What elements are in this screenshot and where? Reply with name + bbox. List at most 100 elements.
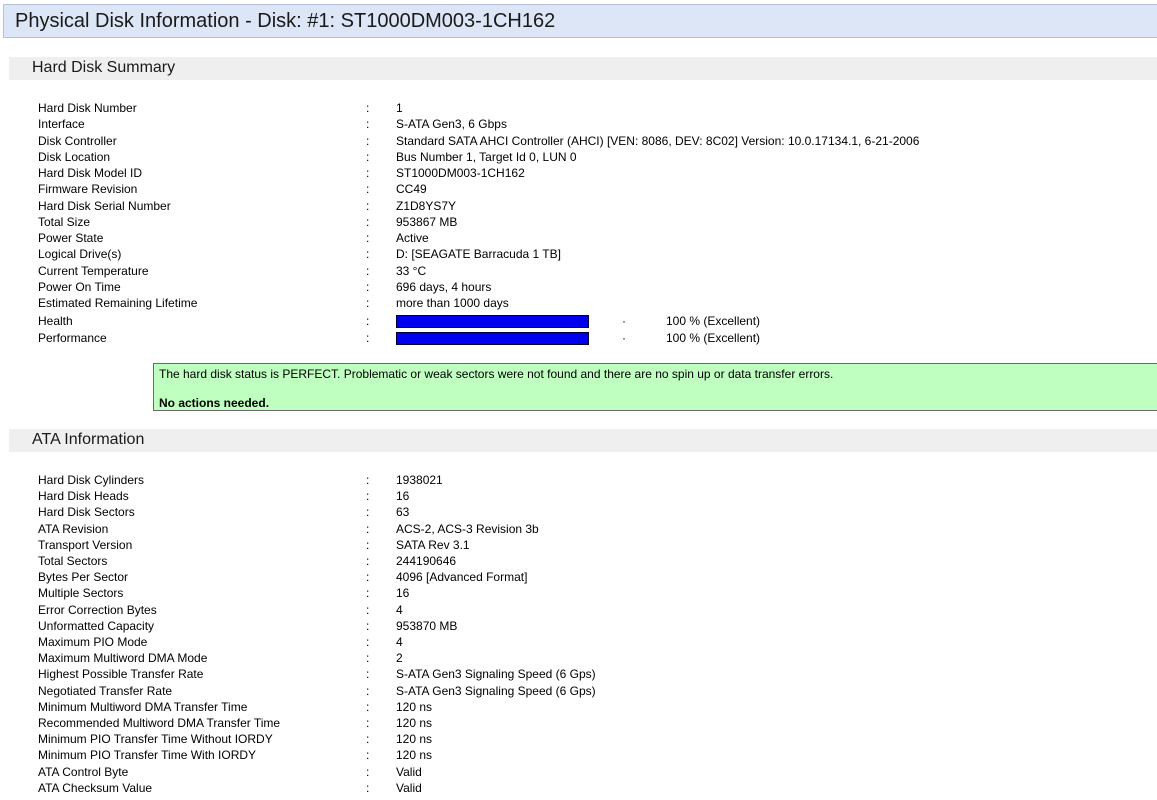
section-title: Hard Disk Summary — [32, 59, 176, 76]
row-label: Power State — [38, 231, 104, 245]
colon-separator: : — [366, 635, 370, 649]
colon-separator: : — [366, 263, 370, 278]
summary-row: Total Size: 953867 MB — [0, 214, 1157, 230]
summary-row: Hard Disk Model ID: ST1000DM003-1CH162 — [0, 165, 1157, 181]
row-value: ACS-2, ACS-3 Revision 3b — [396, 521, 539, 536]
colon-separator: : — [366, 683, 370, 698]
row-label: Hard Disk Sectors — [38, 505, 135, 520]
ata-row: Minimum PIO Transfer Time With IORDY: 120… — [0, 747, 1157, 763]
row-label: Estimated Remaining Lifetime — [38, 296, 198, 310]
summary-row: Disk Controller: Standard SATA AHCI Contr… — [0, 133, 1157, 149]
summary-row: Hard Disk Serial Number: Z1D8YS7Y — [0, 198, 1157, 214]
ata-row: Maximum Multiword DMA Mode: 2 — [0, 650, 1157, 666]
ata-row: Transport Version: SATA Rev 3.1 — [0, 537, 1157, 553]
summary-row: Logical Drive(s): D: [SEAGATE Barracuda 1… — [0, 246, 1157, 262]
row-value: more than 1000 days — [396, 296, 509, 310]
bullet-icon: · — [622, 331, 626, 345]
row-label: Transport Version — [38, 537, 133, 552]
row-value: 953867 MB — [396, 214, 458, 229]
summary-row: Estimated Remaining Lifetime: more than 1… — [0, 295, 1157, 311]
colon-separator: : — [366, 667, 370, 682]
health-row: Health : · 100 % (Excellent) — [0, 313, 1157, 329]
section-header-ata-information: ATA Information — [9, 429, 1157, 452]
status-message-box: The hard disk status is PERFECT. Problem… — [153, 363, 1157, 411]
ata-row: ATA Control Byte: Valid — [0, 764, 1157, 780]
row-value: 63 — [396, 505, 410, 520]
performance-progress-bar — [396, 332, 589, 345]
ata-row: Recommended Multiword DMA Transfer Time:… — [0, 715, 1157, 731]
performance-percent: 100 % (Excellent) — [666, 331, 761, 345]
colon-separator: : — [366, 314, 370, 328]
row-label: Hard Disk Cylinders — [38, 473, 145, 487]
row-label: Hard Disk Heads — [38, 489, 129, 504]
colon-separator: : — [366, 618, 370, 633]
ata-row: Minimum Multiword DMA Transfer Time: 120 … — [0, 699, 1157, 715]
row-label: Bytes Per Sector — [38, 570, 129, 585]
section-title: ATA Information — [32, 431, 145, 448]
ata-row: ATA Revision: ACS-2, ACS-3 Revision 3b — [0, 521, 1157, 537]
performance-label: Performance — [38, 331, 107, 345]
colon-separator: : — [366, 699, 370, 714]
colon-separator: : — [366, 182, 370, 197]
row-value: 4 — [396, 602, 403, 617]
row-label: Recommended Multiword DMA Transfer Time — [38, 716, 281, 730]
row-value: 120 ns — [396, 748, 433, 763]
colon-separator: : — [366, 732, 370, 747]
row-value: 4 — [396, 635, 403, 649]
row-label: Minimum PIO Transfer Time With IORDY — [38, 748, 257, 763]
colon-separator: : — [366, 279, 370, 294]
row-label: Disk Controller — [38, 133, 117, 148]
row-value: S-ATA Gen3 Signaling Speed (6 Gps) — [396, 683, 596, 698]
colon-separator: : — [366, 198, 370, 213]
ata-row: Total Sectors: 244190646 — [0, 553, 1157, 569]
colon-separator: : — [366, 651, 370, 666]
colon-separator: : — [366, 331, 370, 345]
row-label: Hard Disk Serial Number — [38, 198, 171, 213]
ata-row: Maximum PIO Mode: 4 — [0, 634, 1157, 650]
colon-separator: : — [366, 473, 370, 487]
row-value: 1 — [396, 101, 403, 115]
colon-separator: : — [366, 133, 370, 148]
row-label: Minimum PIO Transfer Time Without IORDY — [38, 732, 273, 747]
row-label: Negotiated Transfer Rate — [38, 683, 173, 698]
row-label: Maximum Multiword DMA Mode — [38, 651, 208, 666]
colon-separator: : — [366, 716, 370, 730]
colon-separator: : — [366, 554, 370, 568]
status-action: No actions needed. — [159, 396, 270, 410]
summary-row: Current Temperature: 33 °C — [0, 263, 1157, 279]
row-value: 696 days, 4 hours — [396, 279, 492, 294]
ata-row: Hard Disk Heads: 16 — [0, 488, 1157, 504]
row-value: 244190646 — [396, 554, 457, 568]
colon-separator: : — [366, 231, 370, 245]
row-value: 33 °C — [396, 263, 427, 278]
row-value: 120 ns — [396, 732, 433, 747]
colon-separator: : — [366, 166, 370, 180]
row-label: Power On Time — [38, 279, 121, 294]
colon-separator: : — [366, 149, 370, 164]
status-message: The hard disk status is PERFECT. Problem… — [159, 367, 834, 381]
row-value: Standard SATA AHCI Controller (AHCI) [VE… — [396, 133, 920, 148]
row-value: Z1D8YS7Y — [396, 198, 457, 213]
colon-separator: : — [366, 117, 370, 132]
colon-separator: : — [366, 521, 370, 536]
row-value: S-ATA Gen3 Signaling Speed (6 Gps) — [396, 667, 596, 682]
colon-separator: : — [366, 505, 370, 520]
row-label: Logical Drive(s) — [38, 247, 122, 262]
row-value: Bus Number 1, Target Id 0, LUN 0 — [396, 149, 577, 164]
row-value: 120 ns — [396, 716, 433, 730]
colon-separator: : — [366, 602, 370, 617]
row-value: S-ATA Gen3, 6 Gbps — [396, 117, 507, 132]
colon-separator: : — [366, 489, 370, 504]
row-label: ATA Revision — [38, 521, 109, 536]
row-label: Error Correction Bytes — [38, 602, 157, 617]
row-label: Firmware Revision — [38, 182, 138, 197]
summary-row: Power On Time: 696 days, 4 hours — [0, 279, 1157, 295]
health-progress-bar — [396, 315, 589, 328]
colon-separator: : — [366, 764, 370, 779]
summary-row: Firmware Revision: CC49 — [0, 181, 1157, 197]
ata-row: Unformatted Capacity: 953870 MB — [0, 618, 1157, 634]
row-label: Interface — [38, 117, 85, 132]
row-label: ATA Control Byte — [38, 764, 129, 779]
colon-separator: : — [366, 101, 370, 115]
row-value: 953870 MB — [396, 618, 458, 633]
